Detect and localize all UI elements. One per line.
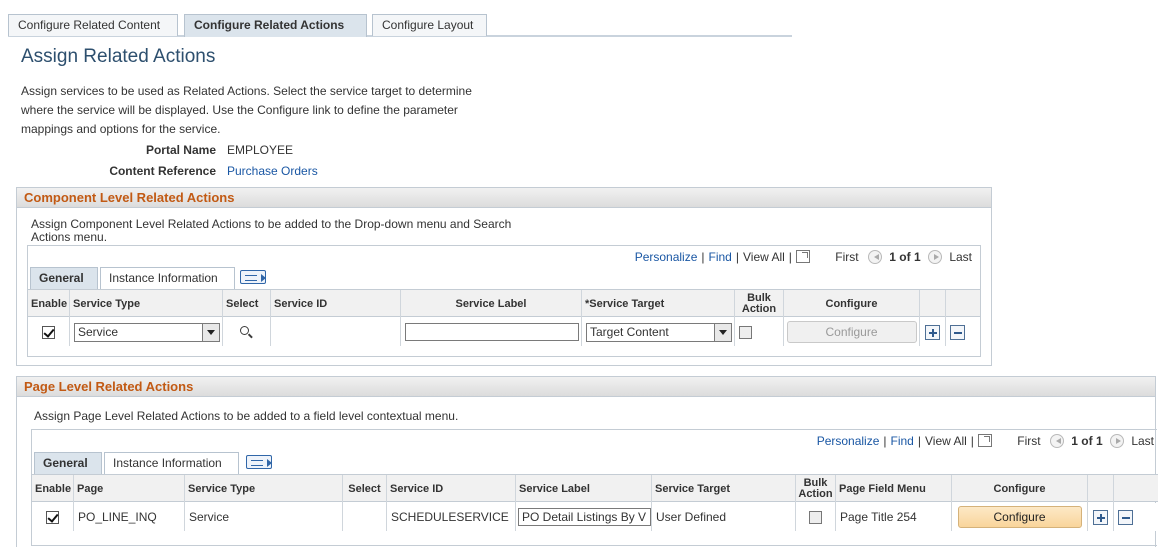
first-label: First (1017, 434, 1041, 448)
page-level-grid-tabs: General Instance Information (32, 452, 332, 474)
page-level-group: Page Level Related Actions Assign Page L… (16, 376, 1158, 547)
component-grid-header: Enable Service Type Select Service ID Se… (28, 289, 980, 318)
page-level-grid: Personalize | Find | View All | First 1 of 1 … (31, 429, 1158, 546)
service-type-select[interactable]: Service (74, 322, 220, 342)
delete-row-icon[interactable] (1118, 509, 1133, 525)
header-enable: Enable (32, 475, 74, 503)
portal-name-label: Portal Name (145, 143, 216, 157)
component-grid-tabs: General Instance Information (28, 267, 328, 289)
service-label-input[interactable] (405, 323, 579, 341)
service-target-select[interactable]: Target Content (586, 322, 732, 342)
last-label: Last (949, 250, 972, 264)
table-row: Service Target Content Configure (28, 318, 980, 346)
page-level-title: Page Level Related Actions (17, 377, 1155, 397)
tab-configure-layout[interactable]: Configure Layout (372, 14, 487, 36)
zoom-icon[interactable] (977, 434, 992, 447)
view-all-link[interactable]: View All (743, 250, 785, 264)
enable-checkbox[interactable] (46, 510, 59, 524)
view-all-link[interactable]: View All (925, 434, 967, 448)
find-link[interactable]: Find (891, 434, 914, 448)
configure-button[interactable]: Configure (786, 321, 917, 343)
header-service-label: Service Label (516, 475, 652, 503)
service-label-input[interactable]: PO Detail Listings By V (518, 508, 651, 526)
header-service-type: Service Type (70, 290, 223, 318)
show-all-columns-icon[interactable] (246, 455, 272, 469)
chevron-down-icon (202, 323, 219, 341)
component-grid: Personalize | Find | View All | First 1 of 1 … (27, 245, 981, 357)
last-label: Last (1131, 434, 1154, 448)
header-service-type: Service Type (185, 475, 343, 503)
zoom-icon[interactable] (795, 250, 810, 263)
page-value: PO_LINE_INQ (74, 503, 185, 531)
show-all-columns-icon[interactable] (240, 270, 266, 284)
chevron-down-icon (714, 323, 731, 341)
bulk-action-checkbox[interactable] (809, 510, 822, 524)
enable-checkbox[interactable] (42, 325, 55, 339)
add-row-icon[interactable] (1093, 509, 1108, 525)
header-service-label: Service Label (401, 290, 582, 318)
page-level-description: Assign Page Level Related Actions to be … (34, 409, 459, 423)
delete-row-icon[interactable] (950, 324, 965, 340)
header-page-field-menu: Page Field Menu (836, 475, 952, 503)
header-bulk-action: Bulk Action (796, 475, 836, 503)
configure-button[interactable]: Configure (957, 506, 1082, 528)
tab-configure-related-content[interactable]: Configure Related Content (8, 14, 178, 36)
header-configure: Configure (952, 475, 1088, 503)
header-configure: Configure (784, 290, 920, 318)
personalize-link[interactable]: Personalize (817, 434, 880, 448)
service-target-value: User Defined (652, 503, 796, 531)
content-reference-link[interactable]: Purchase Orders (227, 164, 318, 178)
table-row: PO_LINE_INQ Service SCHEDULESERVICE PO D… (32, 503, 1158, 531)
component-level-group: Component Level Related Actions Assign C… (16, 187, 992, 366)
header-page: Page (74, 475, 185, 503)
top-tab-bar: Configure Related Content Configure Rela… (8, 14, 792, 37)
first-label: First (835, 250, 859, 264)
content-reference-label: Content Reference (109, 164, 216, 178)
header-service-id: Service ID (271, 290, 401, 318)
header-select: Select (223, 290, 271, 318)
grid-tab-instance-information[interactable]: Instance Information (104, 452, 239, 474)
header-select: Select (343, 475, 387, 503)
service-id-value (271, 318, 401, 346)
row-count: 1 of 1 (889, 250, 921, 264)
bulk-action-checkbox[interactable] (739, 325, 752, 339)
header-bulk-action: Bulk Action (735, 290, 784, 318)
previous-arrow-icon[interactable] (1049, 434, 1064, 448)
header-enable: Enable (28, 290, 70, 318)
header-service-target: Service Target (652, 475, 796, 503)
row-count: 1 of 1 (1071, 434, 1103, 448)
next-arrow-icon[interactable] (927, 250, 942, 264)
header-service-target: *Service Target (582, 290, 735, 318)
component-level-description: Assign Component Level Related Actions t… (31, 217, 512, 244)
header-service-id: Service ID (387, 475, 516, 503)
search-icon[interactable] (240, 325, 253, 339)
next-arrow-icon[interactable] (1109, 434, 1124, 448)
find-link[interactable]: Find (709, 250, 732, 264)
add-row-icon[interactable] (925, 324, 940, 340)
page-level-grid-header: Enable Page Service Type Select Service … (32, 474, 1158, 503)
tab-configure-related-actions[interactable]: Configure Related Actions (184, 14, 367, 37)
component-grid-navbar: Personalize | Find | View All | First 1 of 1 … (634, 250, 972, 264)
component-level-title: Component Level Related Actions (17, 188, 991, 208)
grid-tab-general[interactable]: General (34, 452, 102, 474)
service-type-value: Service (185, 503, 343, 531)
previous-arrow-icon[interactable] (867, 250, 882, 264)
grid-tab-general[interactable]: General (30, 267, 98, 289)
service-id-value: SCHEDULESERVICE (387, 503, 516, 531)
page-field-menu-value: Page Title 254 (836, 503, 952, 531)
page-title: Assign Related Actions (21, 46, 216, 67)
page-description: Assign services to be used as Related Ac… (21, 84, 472, 136)
personalize-link[interactable]: Personalize (635, 250, 698, 264)
grid-tab-instance-information[interactable]: Instance Information (100, 267, 235, 289)
portal-name-value: EMPLOYEE (227, 143, 294, 157)
page-level-grid-navbar: Personalize | Find | View All | First 1 of 1 … (816, 434, 1154, 448)
